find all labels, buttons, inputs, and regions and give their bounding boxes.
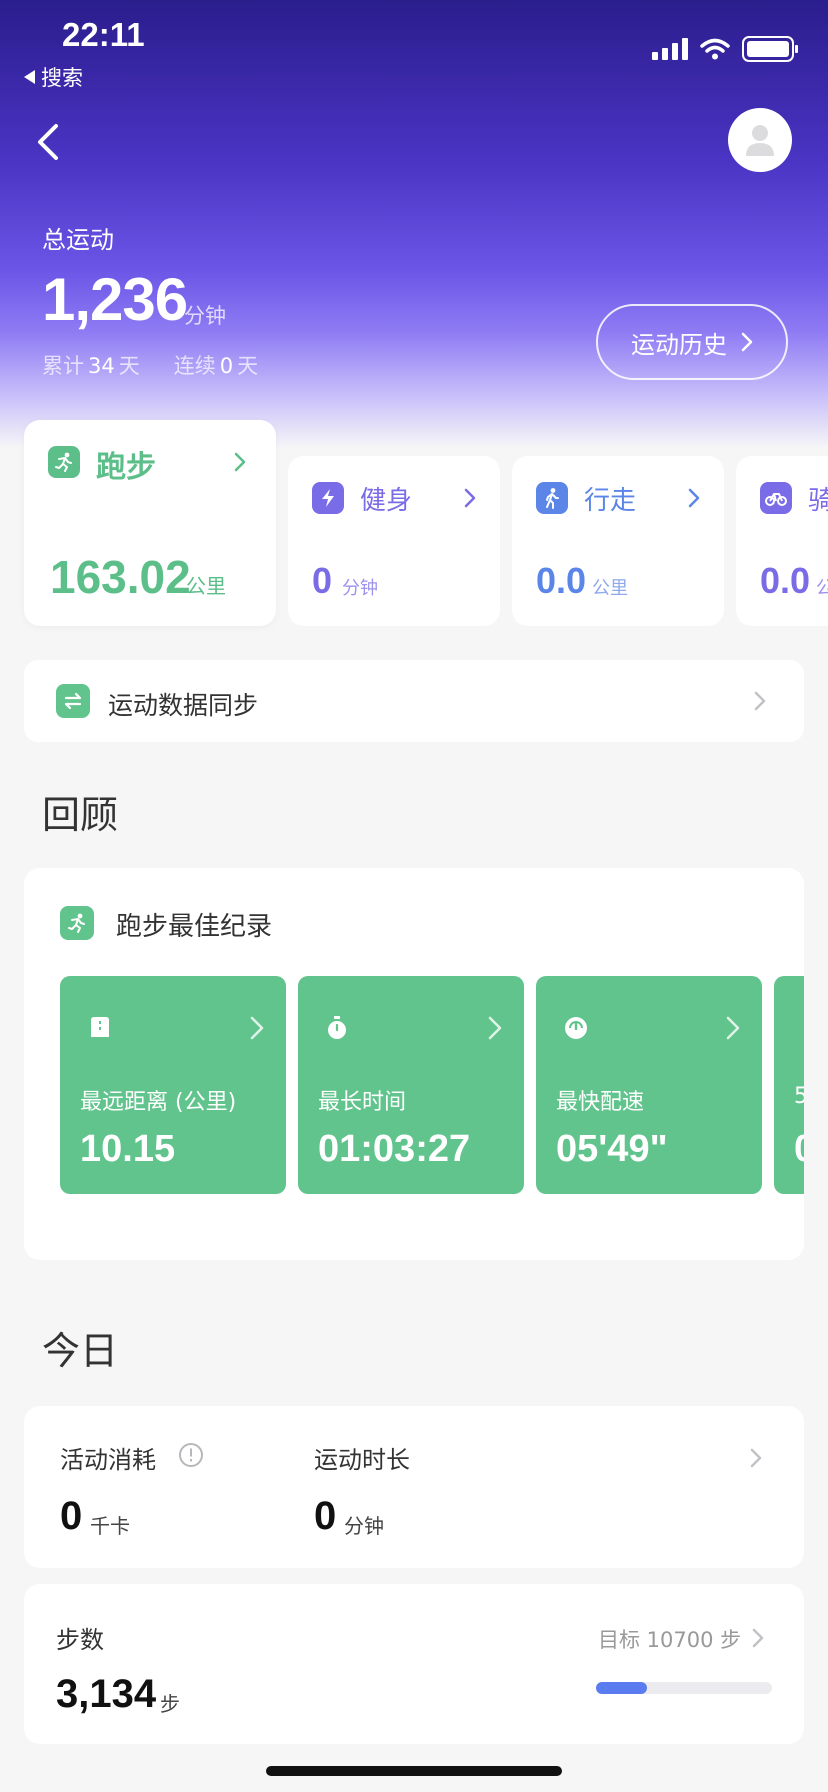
cellular-signal-icon — [652, 38, 688, 60]
record-label: 5 — [794, 1084, 804, 1109]
today-summary-card[interactable]: 活动消耗 0 千卡 运动时长 0 分钟 — [24, 1406, 804, 1568]
best-records-title: 跑步最佳纪录 — [116, 912, 273, 942]
record-label: 最长时间 — [318, 1090, 407, 1115]
status-icons — [652, 36, 798, 62]
record-value: 0 — [794, 1128, 804, 1171]
lightning-icon — [312, 482, 344, 514]
duration-value: 0 — [314, 1494, 337, 1538]
record-label: 最快配速 — [556, 1090, 645, 1115]
data-sync-row[interactable]: 运动数据同步 — [24, 660, 804, 742]
running-icon — [48, 446, 80, 478]
steps-unit: 步 — [160, 1692, 180, 1716]
chevron-right-icon — [488, 1016, 502, 1040]
category-unit: 公 — [816, 578, 828, 599]
category-unit: 公里 — [186, 574, 226, 598]
category-value: 163.02 — [50, 551, 191, 603]
duration-unit: 分钟 — [344, 1514, 384, 1538]
chevron-right-icon — [750, 1448, 762, 1468]
chevron-right-icon — [752, 1628, 764, 1648]
battery-icon — [742, 36, 798, 62]
info-icon[interactable] — [178, 1442, 204, 1468]
category-name: 行走 — [584, 486, 637, 516]
record-tile-longest-time[interactable]: 最长时间 01:03:27 — [298, 976, 524, 1194]
steps-progress-bar — [596, 1682, 772, 1694]
steps-progress-fill — [596, 1682, 648, 1694]
category-card-running[interactable]: 跑步 163.02 公里 — [24, 420, 276, 626]
chevron-right-icon — [250, 1016, 264, 1040]
chevron-right-icon — [464, 488, 476, 508]
back-to-app[interactable]: 搜索 — [24, 62, 83, 92]
category-name: 健身 — [360, 486, 413, 516]
record-tile-fastest-pace[interactable]: 最快配速 05'49" — [536, 976, 762, 1194]
calories-value: 0 — [60, 1494, 83, 1538]
record-value: 01:03:27 — [318, 1128, 471, 1170]
chevron-right-icon — [726, 1016, 740, 1040]
steps-value: 3,134 — [56, 1672, 157, 1716]
total-exercise-label: 总运动 — [42, 226, 114, 254]
review-section-title: 回顾 — [42, 793, 119, 837]
duration-label: 运动时长 — [314, 1446, 410, 1474]
home-indicator[interactable] — [266, 1766, 562, 1776]
today-section-title: 今日 — [42, 1329, 119, 1373]
steps-card[interactable]: 步数 3,134 步 目标 10700 步 — [24, 1584, 804, 1744]
status-time: 22:11 — [62, 16, 145, 53]
back-app-label: 搜索 — [41, 66, 83, 90]
category-name: 跑步 — [96, 450, 156, 485]
user-icon — [746, 125, 774, 156]
calories-label: 活动消耗 — [60, 1446, 156, 1474]
steps-label: 步数 — [56, 1626, 104, 1654]
category-card-walking[interactable]: 行走 0.0 公里 — [512, 456, 724, 626]
running-icon — [60, 906, 94, 940]
streak-days: 连续 0 天 — [173, 354, 259, 378]
record-label: 最远距离 (公里) — [80, 1090, 237, 1115]
record-tile-partial[interactable]: 5 0 — [774, 976, 804, 1194]
back-triangle-icon — [24, 70, 35, 84]
category-card-fitness[interactable]: 健身 0 分钟 — [288, 456, 500, 626]
road-icon — [91, 1017, 109, 1037]
category-card-cycling[interactable]: 骑 0.0 公 — [736, 456, 828, 626]
history-button-label: 运动历史 — [631, 330, 727, 359]
record-tile-longest-distance[interactable]: 最远距离 (公里) 10.15 — [60, 976, 286, 1194]
cycling-icon — [760, 482, 792, 514]
category-unit: 分钟 — [342, 578, 378, 599]
sync-icon — [56, 684, 90, 718]
stopwatch-icon — [328, 1016, 346, 1039]
steps-goal: 目标 10700 步 — [598, 1628, 742, 1652]
exercise-history-button[interactable]: 运动历史 — [596, 304, 788, 380]
total-exercise-value: 1,236 — [42, 266, 188, 333]
back-chevron-icon[interactable] — [34, 122, 64, 162]
record-value: 05'49" — [556, 1128, 668, 1170]
cumulative-days: 累计 34 天 — [42, 354, 140, 378]
chevron-right-icon — [754, 691, 766, 711]
total-stats: 累计 34 天 连续 0 天 — [42, 350, 258, 380]
category-unit: 公里 — [592, 578, 628, 599]
wifi-icon — [700, 38, 730, 60]
calories-unit: 千卡 — [90, 1514, 130, 1538]
sync-label: 运动数据同步 — [108, 691, 259, 720]
chevron-right-icon — [741, 332, 753, 352]
category-name: 骑 — [808, 486, 828, 516]
avatar[interactable] — [728, 108, 792, 172]
chevron-right-icon — [234, 452, 246, 472]
total-exercise-unit: 分钟 — [184, 304, 226, 328]
category-value: 0.0 — [760, 560, 811, 601]
best-records-card: 跑步最佳纪录 最远距离 (公里) 10.15 最长时间 01:03:27 最快配… — [24, 868, 804, 1260]
chevron-right-icon — [688, 488, 700, 508]
walking-icon — [536, 482, 568, 514]
record-value: 10.15 — [80, 1128, 176, 1170]
category-value: 0 — [312, 560, 333, 601]
category-value: 0.0 — [536, 560, 587, 601]
speedometer-icon — [565, 1017, 587, 1039]
